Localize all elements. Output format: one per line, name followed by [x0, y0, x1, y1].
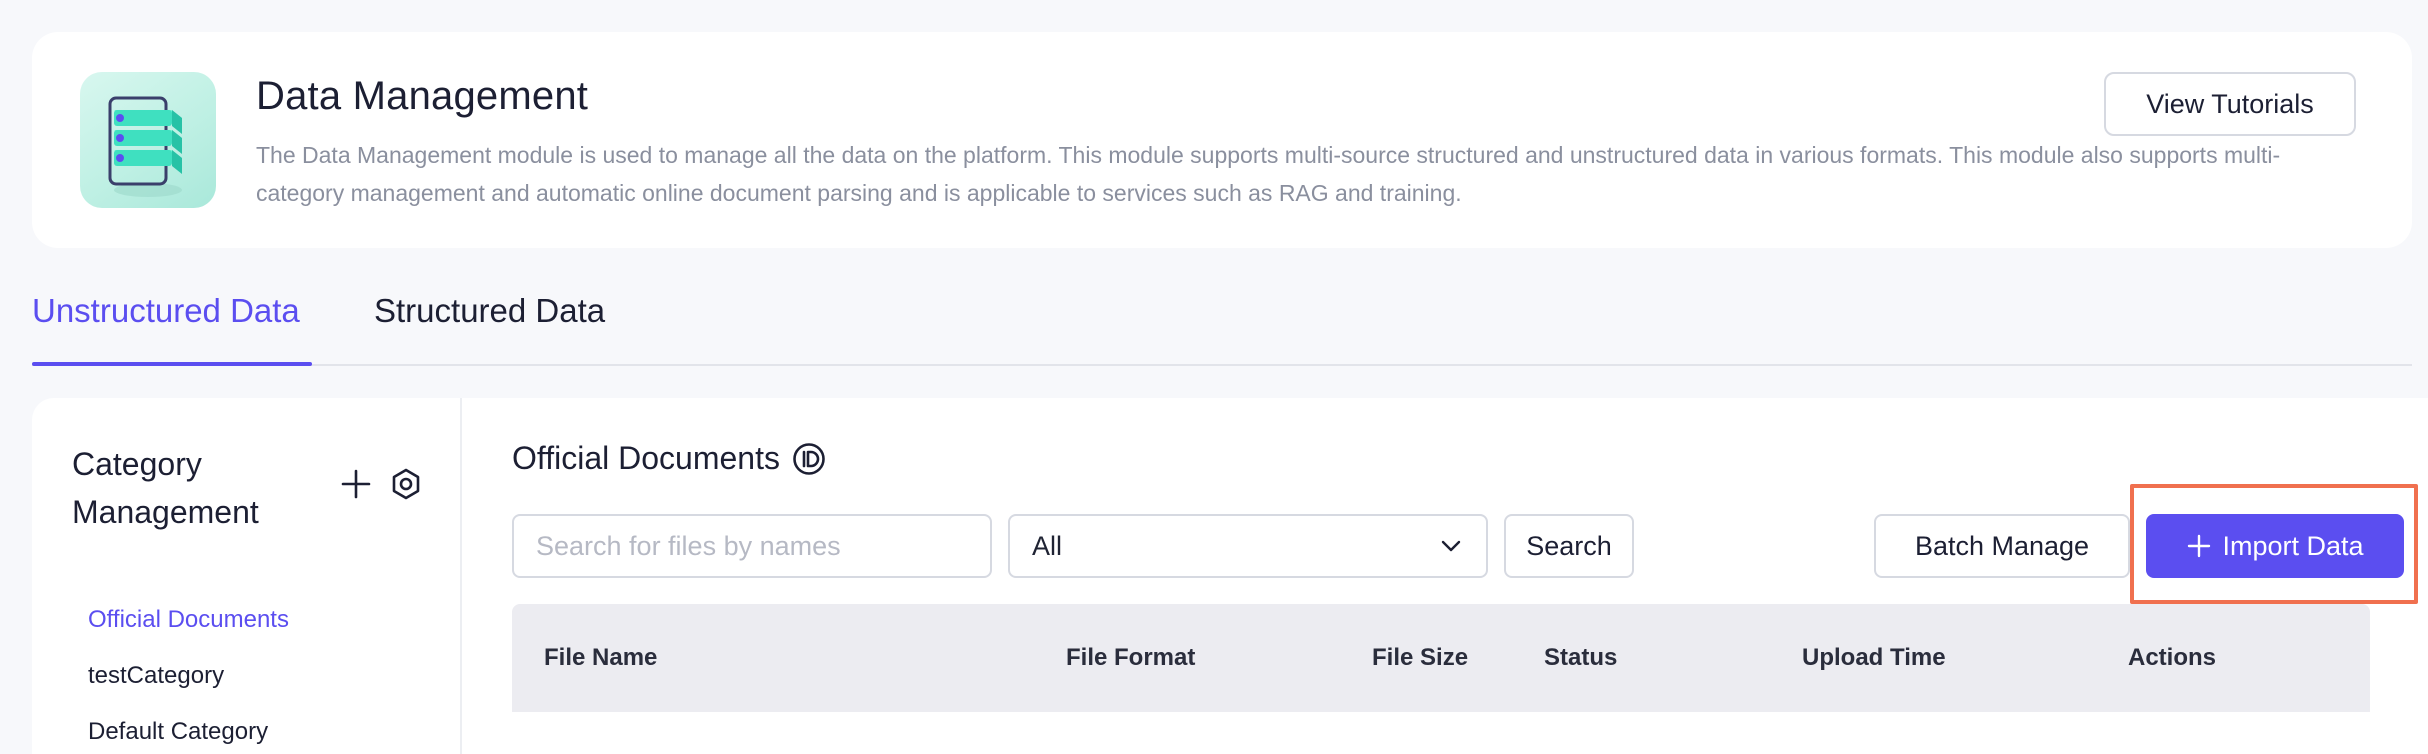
column-file-format[interactable]: File Format [1066, 644, 1195, 672]
id-icon[interactable] [792, 442, 826, 476]
file-search-input[interactable] [512, 514, 992, 578]
column-actions: Actions [2128, 644, 2217, 671]
category-heading-text: Official Documents [512, 440, 780, 476]
category-sidebar: Category Management Official Documents t… [32, 398, 462, 754]
settings-icon[interactable] [388, 466, 424, 502]
import-data-button[interactable]: Import Data [2146, 514, 2404, 578]
category-item-default-category[interactable]: Default Category [88, 718, 268, 746]
file-table-header: File Name File Format File Size Status U… [512, 604, 2370, 712]
plus-icon [2186, 533, 2212, 559]
batch-manage-button[interactable]: Batch Manage [1874, 514, 2130, 578]
status-filter-select[interactable]: All [1008, 514, 1488, 578]
column-status[interactable]: Status [1544, 644, 1617, 672]
document-content: Official Documents All [464, 398, 2428, 754]
data-type-tabs: Unstructured Data Structured Data [32, 292, 2412, 366]
category-management-title: Category Management [72, 446, 259, 530]
plus-icon[interactable] [338, 466, 374, 502]
page: Data Management The Data Management modu… [0, 0, 2428, 754]
import-data-label: Import Data [2222, 530, 2364, 561]
category-item-official-documents[interactable]: Official Documents [88, 606, 289, 634]
data-management-logo [80, 72, 216, 208]
header-card: Data Management The Data Management modu… [32, 32, 2412, 248]
tab-structured-data[interactable]: Structured Data [374, 292, 634, 364]
chevron-down-icon [1438, 533, 1464, 559]
category-heading: Official Documents [512, 440, 826, 477]
status-filter-value: All [1032, 530, 1063, 561]
column-file-name[interactable]: File Name [544, 644, 657, 672]
page-description: The Data Management module is used to ma… [256, 142, 2281, 206]
column-upload-time[interactable]: Upload Time [1802, 644, 1946, 672]
category-item-testcategory[interactable]: testCategory [88, 662, 224, 690]
tab-unstructured-data[interactable]: Unstructured Data [32, 292, 312, 366]
main-panel: Category Management Official Documents t… [32, 398, 2428, 754]
page-title: Data Management [256, 74, 589, 118]
column-file-size[interactable]: File Size [1372, 644, 1468, 672]
search-button[interactable]: Search [1504, 514, 1634, 578]
view-tutorials-button[interactable]: View Tutorials [2104, 72, 2356, 136]
